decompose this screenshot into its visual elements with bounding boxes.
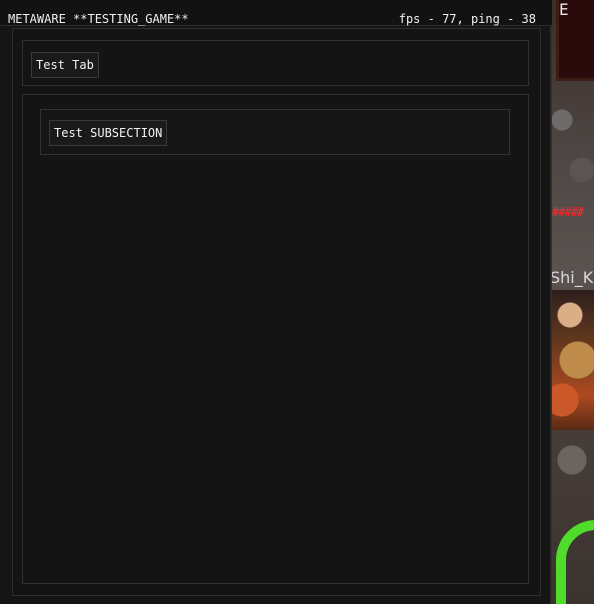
window-title: METAWARE **TESTING_GAME**: [8, 12, 189, 26]
titlebar[interactable]: METAWARE **TESTING_GAME** fps - 77, ping…: [0, 0, 552, 26]
subsection-button[interactable]: Test SUBSECTION: [49, 120, 168, 146]
game-hash-marks: #####: [552, 206, 584, 218]
game-corner-letter: E: [556, 0, 594, 81]
stats-text: fps - 77, ping - 38: [398, 12, 536, 26]
game-player-name: Shi_K: [550, 268, 594, 287]
tab-test-tab[interactable]: Test Tab: [31, 52, 99, 78]
game-character: [552, 290, 594, 430]
main-panel: [22, 94, 529, 584]
menu-window[interactable]: METAWARE **TESTING_GAME** fps - 77, ping…: [0, 0, 552, 604]
